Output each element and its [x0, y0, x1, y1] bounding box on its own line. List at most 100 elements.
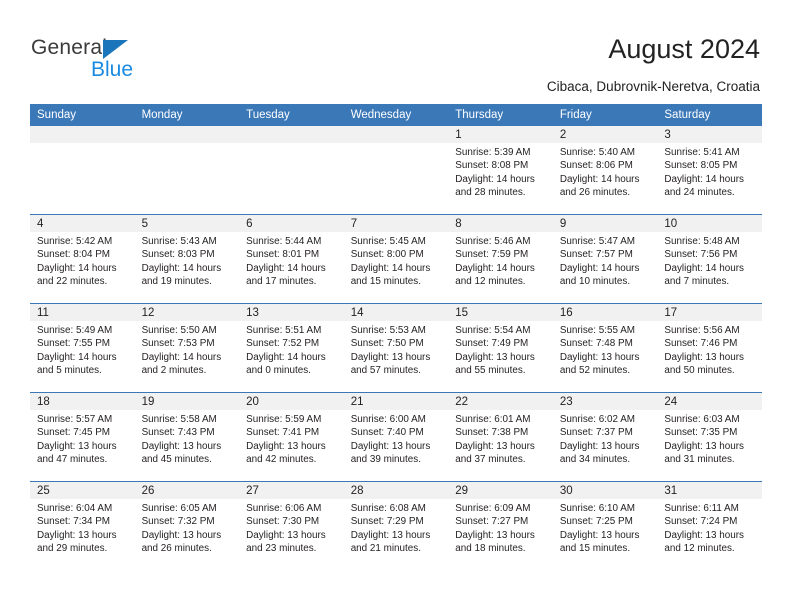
day-number: 20: [239, 393, 344, 410]
day-cell[interactable]: 7 Sunrise: 5:45 AM Sunset: 8:00 PM Dayli…: [343, 214, 449, 304]
weekday-header-tuesday: Tuesday: [239, 104, 344, 126]
day-details: Sunrise: 6:00 AM Sunset: 7:40 PM Dayligh…: [344, 410, 449, 467]
day-number: 29: [448, 482, 553, 499]
sunset-text: Sunset: 7:52 PM: [246, 338, 320, 350]
day-details: Sunrise: 5:43 AM Sunset: 8:03 PM Dayligh…: [135, 232, 240, 289]
daylight-text-line2: and 42 minutes.: [246, 454, 317, 466]
day-cell[interactable]: 10 Sunrise: 5:48 AM Sunset: 7:56 PM Dayl…: [657, 214, 762, 304]
day-cell[interactable]: 15 Sunrise: 5:54 AM Sunset: 7:49 PM Dayl…: [448, 303, 553, 393]
day-cell[interactable]: 1 Sunrise: 5:39 AM Sunset: 8:08 PM Dayli…: [448, 126, 553, 215]
day-cell[interactable]: 14 Sunrise: 5:53 AM Sunset: 7:50 PM Dayl…: [343, 303, 449, 393]
day-details: Sunrise: 5:45 AM Sunset: 8:00 PM Dayligh…: [344, 232, 449, 289]
sunset-text: Sunset: 7:56 PM: [664, 249, 738, 261]
page-header: General Blue August 2024 Cibaca, Dubrovn…: [0, 0, 792, 98]
day-cell[interactable]: 6 Sunrise: 5:44 AM Sunset: 8:01 PM Dayli…: [239, 214, 344, 304]
day-cell[interactable]: [239, 126, 344, 215]
daylight-text-line2: and 57 minutes.: [350, 365, 421, 377]
day-details: Sunrise: 5:42 AM Sunset: 8:04 PM Dayligh…: [30, 232, 135, 289]
day-cell[interactable]: 21 Sunrise: 6:00 AM Sunset: 7:40 PM Dayl…: [343, 392, 449, 482]
day-details: Sunrise: 6:04 AM Sunset: 7:34 PM Dayligh…: [30, 499, 135, 556]
calendar-week-row: 11 Sunrise: 5:49 AM Sunset: 7:55 PM Dayl…: [30, 303, 762, 393]
day-cell[interactable]: 17 Sunrise: 5:56 AM Sunset: 7:46 PM Dayl…: [657, 303, 762, 393]
daylight-text-line1: Daylight: 13 hours: [559, 440, 640, 452]
day-cell[interactable]: [30, 126, 135, 215]
day-details: Sunrise: 5:57 AM Sunset: 7:45 PM Dayligh…: [30, 410, 135, 467]
day-cell[interactable]: 12 Sunrise: 5:50 AM Sunset: 7:53 PM Dayl…: [134, 303, 240, 393]
sunrise-text: Sunrise: 6:06 AM: [246, 503, 322, 514]
day-cell[interactable]: 22 Sunrise: 6:01 AM Sunset: 7:38 PM Dayl…: [448, 392, 553, 482]
sunset-text: Sunset: 7:25 PM: [559, 516, 633, 528]
day-cell[interactable]: 26 Sunrise: 6:05 AM Sunset: 7:32 PM Dayl…: [134, 481, 240, 570]
sunset-text: Sunset: 7:34 PM: [37, 516, 111, 528]
day-number: 16: [552, 304, 658, 321]
day-details: Sunrise: 5:50 AM Sunset: 7:53 PM Dayligh…: [135, 321, 240, 378]
day-cell[interactable]: 2 Sunrise: 5:40 AM Sunset: 8:06 PM Dayli…: [552, 126, 658, 215]
daylight-text-line1: Daylight: 13 hours: [455, 351, 535, 363]
daylight-text-line1: Daylight: 14 hours: [559, 262, 640, 274]
day-cell[interactable]: 8 Sunrise: 5:46 AM Sunset: 7:59 PM Dayli…: [448, 214, 553, 304]
day-cell[interactable]: 18 Sunrise: 5:57 AM Sunset: 7:45 PM Dayl…: [30, 392, 135, 482]
sunrise-text: Sunrise: 5:46 AM: [455, 236, 531, 247]
daylight-text-line1: Daylight: 14 hours: [664, 173, 744, 185]
day-number: 11: [30, 304, 135, 321]
day-cell[interactable]: 4 Sunrise: 5:42 AM Sunset: 8:04 PM Dayli…: [30, 214, 135, 304]
day-cell[interactable]: 20 Sunrise: 5:59 AM Sunset: 7:41 PM Dayl…: [239, 392, 344, 482]
day-cell[interactable]: 24 Sunrise: 6:03 AM Sunset: 7:35 PM Dayl…: [657, 392, 762, 482]
sunrise-text: Sunrise: 5:45 AM: [350, 236, 426, 247]
day-number: [134, 126, 240, 143]
sunset-text: Sunset: 7:35 PM: [664, 427, 738, 439]
sunset-text: Sunset: 7:49 PM: [455, 338, 529, 350]
daylight-text-line1: Daylight: 13 hours: [455, 440, 535, 452]
day-cell[interactable]: 3 Sunrise: 5:41 AM Sunset: 8:05 PM Dayli…: [657, 126, 762, 215]
day-cell[interactable]: [343, 126, 449, 215]
daylight-text-line2: and 29 minutes.: [37, 543, 108, 555]
day-cell[interactable]: 9 Sunrise: 5:47 AM Sunset: 7:57 PM Dayli…: [552, 214, 658, 304]
daylight-text-line1: Daylight: 13 hours: [350, 529, 431, 541]
day-number: 22: [448, 393, 553, 410]
general-blue-logo: General Blue: [31, 36, 231, 84]
logo-text-general: General: [31, 36, 108, 59]
day-cell[interactable]: 25 Sunrise: 6:04 AM Sunset: 7:34 PM Dayl…: [30, 481, 135, 570]
day-cell[interactable]: 28 Sunrise: 6:08 AM Sunset: 7:29 PM Dayl…: [343, 481, 449, 570]
calendar-body: 1 Sunrise: 5:39 AM Sunset: 8:08 PM Dayli…: [30, 126, 762, 570]
day-cell[interactable]: [134, 126, 240, 215]
day-cell[interactable]: 13 Sunrise: 5:51 AM Sunset: 7:52 PM Dayl…: [239, 303, 344, 393]
weekday-header-saturday: Saturday: [657, 104, 762, 126]
day-number: 27: [239, 482, 344, 499]
day-details: Sunrise: 5:46 AM Sunset: 7:59 PM Dayligh…: [448, 232, 553, 289]
daylight-text-line2: and 47 minutes.: [37, 454, 108, 466]
day-cell[interactable]: 11 Sunrise: 5:49 AM Sunset: 7:55 PM Dayl…: [30, 303, 135, 393]
daylight-text-line2: and 5 minutes.: [37, 365, 102, 377]
sunrise-text: Sunrise: 5:57 AM: [37, 414, 113, 425]
sunset-text: Sunset: 7:55 PM: [37, 338, 111, 350]
day-cell[interactable]: 30 Sunrise: 6:10 AM Sunset: 7:25 PM Dayl…: [552, 481, 658, 570]
sunrise-text: Sunrise: 5:54 AM: [455, 325, 531, 336]
day-details: Sunrise: 6:09 AM Sunset: 7:27 PM Dayligh…: [448, 499, 553, 556]
day-number: 14: [343, 304, 449, 321]
day-number: 18: [30, 393, 135, 410]
daylight-text-line2: and 12 minutes.: [664, 543, 735, 555]
sunrise-text: Sunrise: 5:59 AM: [246, 414, 322, 425]
daylight-text-line1: Daylight: 13 hours: [664, 440, 744, 452]
daylight-text-line2: and 37 minutes.: [455, 454, 526, 466]
day-details: Sunrise: 5:41 AM Sunset: 8:05 PM Dayligh…: [657, 143, 762, 200]
daylight-text-line2: and 34 minutes.: [559, 454, 631, 466]
day-details: Sunrise: 5:47 AM Sunset: 7:57 PM Dayligh…: [553, 232, 658, 289]
sunset-text: Sunset: 7:50 PM: [350, 338, 424, 350]
daylight-text-line2: and 52 minutes.: [559, 365, 631, 377]
day-cell[interactable]: 27 Sunrise: 6:06 AM Sunset: 7:30 PM Dayl…: [239, 481, 344, 570]
day-cell[interactable]: 31 Sunrise: 6:11 AM Sunset: 7:24 PM Dayl…: [657, 481, 762, 570]
daylight-text-line1: Daylight: 14 hours: [455, 173, 535, 185]
day-cell[interactable]: 19 Sunrise: 5:58 AM Sunset: 7:43 PM Dayl…: [134, 392, 240, 482]
daylight-text-line1: Daylight: 13 hours: [37, 440, 117, 452]
daylight-text-line1: Daylight: 13 hours: [141, 529, 222, 541]
day-cell[interactable]: 29 Sunrise: 6:09 AM Sunset: 7:27 PM Dayl…: [448, 481, 553, 570]
day-number: 31: [657, 482, 762, 499]
day-cell[interactable]: 16 Sunrise: 5:55 AM Sunset: 7:48 PM Dayl…: [552, 303, 658, 393]
day-details: Sunrise: 6:10 AM Sunset: 7:25 PM Dayligh…: [553, 499, 658, 556]
day-cell[interactable]: 5 Sunrise: 5:43 AM Sunset: 8:03 PM Dayli…: [134, 214, 240, 304]
day-cell[interactable]: 23 Sunrise: 6:02 AM Sunset: 7:37 PM Dayl…: [552, 392, 658, 482]
sunset-text: Sunset: 7:38 PM: [455, 427, 529, 439]
sunset-text: Sunset: 7:29 PM: [350, 516, 424, 528]
weekday-header-friday: Friday: [552, 104, 658, 126]
